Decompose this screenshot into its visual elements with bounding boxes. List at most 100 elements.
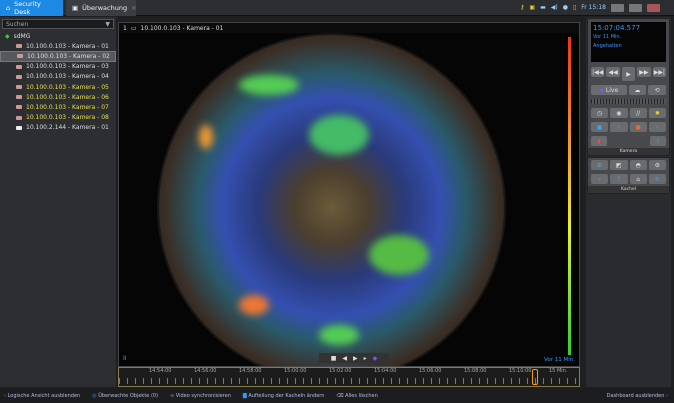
clock-button[interactable]: ◷	[591, 108, 609, 118]
sync-icon: ∞	[170, 392, 175, 399]
time-label: 15:08:00	[464, 368, 487, 374]
search-input[interactable]: Suchen ▼	[2, 19, 114, 29]
center-button[interactable]: ●	[629, 122, 647, 132]
overlay-button[interactable]: ◓	[629, 160, 647, 170]
hide-logical-view-button[interactable]: ‹ Logische Ansicht ausblenden	[4, 393, 80, 399]
speed-slider[interactable]	[591, 99, 666, 104]
close-button[interactable]	[646, 3, 660, 12]
skip-forward-button[interactable]: ▶▶|	[652, 67, 667, 77]
monitor-icon[interactable]: ▬	[540, 4, 546, 11]
step-icon[interactable]: ▸	[364, 355, 367, 362]
camera-icon	[16, 85, 22, 90]
alarm-button[interactable]: ▮	[591, 136, 607, 146]
monitoring-icon: ▣	[72, 4, 79, 12]
playback-overlay: ■ ◀ ▶ ▸ ◆	[319, 353, 389, 363]
tree-item[interactable]: 10.100.0.103 - Kamera - 07	[0, 102, 116, 112]
loop-button[interactable]: ⟲	[648, 85, 666, 95]
tree-item[interactable]: 10.100.2.144 - Kamera - 01	[0, 123, 116, 133]
live-button[interactable]: ◆ Live	[591, 85, 627, 95]
record-button[interactable]: ☁	[628, 85, 647, 95]
alarm-icon[interactable]: ▣	[529, 4, 535, 11]
tree-item[interactable]: 10.100.0.103 - Kamera - 01	[0, 41, 116, 51]
tree-item[interactable]: 10.100.0.103 - Kamera - 08	[0, 113, 116, 123]
tile-settings-button[interactable]: ⚙	[648, 160, 666, 170]
tree-item[interactable]: 10.100.0.103 - Kamera - 05	[0, 82, 116, 92]
live-icon: ◆	[599, 86, 604, 94]
pause-indicator[interactable]: II	[123, 355, 127, 362]
zoom-button[interactable]: ◉	[610, 108, 628, 118]
tree-item[interactable]: 10.100.0.103 - Kamera - 02	[0, 51, 116, 62]
play-icon[interactable]: ▶	[353, 355, 358, 362]
camera-icon	[16, 125, 22, 130]
layout-icon: ▇	[242, 392, 247, 399]
snapshot-button[interactable]: ▣	[591, 122, 609, 132]
skip-back-button[interactable]: |◀◀	[591, 67, 605, 77]
chevron-right-icon: ›	[666, 392, 668, 399]
filter-icon[interactable]: ▼	[105, 20, 110, 28]
tile-back-button[interactable]: ‹	[591, 174, 609, 184]
next-button[interactable]: ›	[648, 122, 666, 132]
tree-item[interactable]: 10.100.0.103 - Kamera - 03	[0, 62, 116, 72]
camera-panel-label: Kamera	[588, 148, 669, 155]
tile-refresh-button[interactable]: ↻	[648, 174, 666, 184]
timeline[interactable]: 14:54:00 14:56:00 14:58:00 15:00:00 15:0…	[118, 367, 580, 387]
info-button[interactable]: i	[650, 136, 666, 146]
tree-item[interactable]: 10.100.0.103 - Kamera - 06	[0, 92, 116, 102]
tab-ueberwachung[interactable]: ▣ Überwachung ×	[66, 0, 137, 16]
top-bar: ⌂ Security Desk ▣ Überwachung × ⚷ ▣ ▬ ◀) ● …	[0, 0, 674, 16]
time-label: 15:02:00	[329, 368, 352, 374]
tablet-icon[interactable]: ▯	[573, 4, 576, 11]
play-button[interactable]: ▶	[621, 67, 636, 81]
chevron-left-icon: ‹	[4, 392, 6, 399]
bottom-bar: ‹ Logische Ansicht ausblenden ◎ Überwach…	[0, 388, 674, 403]
timeline-cursor[interactable]	[532, 369, 538, 385]
volume-icon[interactable]: ◀)	[551, 4, 558, 11]
time-label: 14:56:00	[194, 368, 217, 374]
grid-button[interactable]: ⊞	[591, 160, 609, 170]
camera-icon	[16, 74, 22, 79]
time-label: 15:04:00	[374, 368, 397, 374]
settings-button[interactable]: ✹	[648, 108, 666, 118]
camera-icon	[16, 115, 22, 120]
camera-icon	[17, 54, 23, 59]
tile-header: 1 ▭ 10.100.0.103 - Kamera - 01	[119, 23, 579, 33]
tile-pointer-button[interactable]: ↑	[610, 174, 628, 184]
time-label: 14:54:00	[149, 368, 172, 374]
heat-spot	[239, 295, 269, 315]
time-label: 15 Min.	[549, 368, 568, 374]
hide-dashboard-button[interactable]: Dashboard ausblenden ›	[607, 393, 668, 399]
image-button[interactable]: ◩	[610, 160, 628, 170]
heat-spot	[319, 325, 359, 345]
monitor-icon: ◎	[92, 392, 97, 399]
change-layout-button[interactable]: ▇ Aufteilung der Kacheln ändern	[243, 393, 325, 399]
tab-security-desk[interactable]: ⌂ Security Desk	[0, 0, 63, 16]
live-icon[interactable]: ◆	[373, 355, 378, 362]
rewind-icon[interactable]: ◀	[342, 355, 347, 362]
minimize-button[interactable]	[610, 3, 624, 12]
ptz-button[interactable]: //	[629, 108, 647, 118]
video-tile[interactable]: 1 ▭ 10.100.0.103 - Kamera - 01 ■ ◀ ▶ ▸ ◆ II Vo…	[118, 22, 580, 367]
rewind-button[interactable]: ◀◀	[606, 67, 620, 77]
heatmap-scale	[568, 37, 571, 355]
forward-button[interactable]: ▶▶	[637, 67, 651, 77]
monitored-objects-button[interactable]: ◎ Überwachte Objekte (0)	[92, 393, 158, 399]
tree-item[interactable]: 10.100.0.103 - Kamera - 04	[0, 72, 116, 82]
globe-icon[interactable]: ●	[563, 4, 568, 11]
time-label: 15:06:00	[419, 368, 442, 374]
key-icon[interactable]: ⚷	[520, 4, 524, 11]
tile-home-button[interactable]: ⌂	[629, 174, 647, 184]
camera-icon	[16, 105, 22, 110]
restore-button[interactable]	[628, 3, 642, 12]
stop-icon[interactable]: ■	[331, 355, 337, 362]
prev-button[interactable]: ‹	[610, 122, 628, 132]
time-label: 15:10:00	[509, 368, 532, 374]
tile-panel-label: Kachel	[588, 186, 669, 193]
video-age: Vor 11 Min.	[544, 357, 575, 363]
sync-video-button[interactable]: ∞ Video synchronisieren	[170, 393, 231, 399]
tree-root[interactable]: ◆ sdMG	[0, 31, 116, 41]
camera-icon	[16, 95, 22, 100]
clear-icon: ⌫	[336, 392, 344, 399]
clear-all-button[interactable]: ⌫ Alles löschen	[336, 393, 377, 399]
tile-panel: ⊞ ◩ ◓ ⚙ ‹ ↑ ⌂ ↻ Kachel	[587, 157, 670, 194]
close-tab-icon[interactable]: ×	[131, 4, 136, 12]
